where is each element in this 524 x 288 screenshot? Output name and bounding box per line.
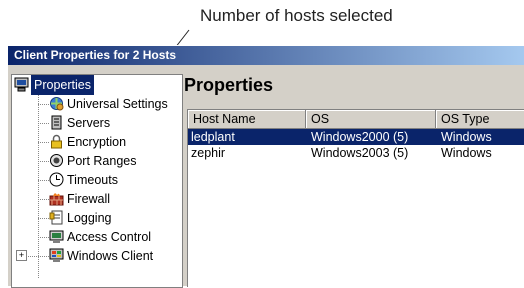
table-row[interactable]: zephir Windows2003 (5) Windows [188,145,524,161]
os-type-cell: Windows [441,146,492,160]
page-title: Properties [184,75,274,95]
host-name-cell: ledplant [191,130,235,144]
tree-connector [38,237,49,238]
table-row[interactable]: ledplant Windows2000 (5) Windows [188,129,524,145]
tree-item-properties[interactable]: Properties [12,75,182,95]
tree-item-label: Port Ranges [67,154,137,168]
tree-connector [38,218,49,219]
column-header-os[interactable]: OS [306,110,436,129]
tree-item-encryption[interactable]: Encryption [12,132,182,152]
firewall-icon [49,193,64,206]
tree-item-universal-settings[interactable]: Universal Settings [12,94,182,114]
computer-icon [14,77,29,92]
tree-item-label: Logging [67,211,112,225]
tree-item-label: Encryption [67,135,127,149]
tree-connector [38,123,49,124]
tree-connector [28,256,49,257]
tree-connector [38,142,49,143]
window-title: Client Properties for 2 Hosts [8,46,524,65]
client-properties-window: Client Properties for 2 Hosts Properties… [7,45,524,288]
port-icon [50,154,63,167]
properties-tree[interactable]: Properties Universal Settings Servers En… [11,74,183,288]
column-header-host-name[interactable]: Host Name [188,110,306,129]
host-name-cell: zephir [191,146,226,160]
os-cell: Windows2003 (5) [311,146,409,160]
tree-item-label: Servers [67,116,111,130]
tree-item-label: Firewall [67,192,111,206]
tree-item-label: Timeouts [67,173,118,187]
server-icon [51,115,62,130]
tree-connector [38,180,49,181]
access-control-icon [49,230,64,243]
universal-settings-icon [50,97,64,111]
tree-item-label: Access Control [67,230,152,244]
clock-icon [49,172,64,187]
windows-client-icon [49,248,64,262]
tree-item-label: Windows Client [67,249,154,263]
os-cell: Windows2000 (5) [311,130,409,144]
tree-item-access-control[interactable]: Access Control [12,227,182,247]
expand-toggle[interactable]: + [16,250,27,261]
lock-icon [51,134,62,149]
os-type-cell: Windows [441,130,492,144]
tree-item-firewall[interactable]: Firewall [12,189,182,209]
tree-item-label: Universal Settings [67,97,168,111]
tree-connector [38,199,49,200]
hosts-table[interactable]: Host Name OS OS Type ledplant Windows200… [187,109,524,287]
tree-connector [38,161,49,162]
tree-item-windows-client[interactable]: + Windows Client [12,246,182,266]
tree-item-port-ranges[interactable]: Port Ranges [12,151,182,171]
tree-item-servers[interactable]: Servers [12,113,182,133]
tree-item-label: Properties [31,75,94,95]
column-header-os-type[interactable]: OS Type [436,110,524,129]
tree-item-timeouts[interactable]: Timeouts [12,170,182,190]
tree-item-logging[interactable]: Logging [12,208,182,228]
log-icon [49,210,63,225]
callout-label: Number of hosts selected [200,6,393,25]
tree-connector [38,104,49,105]
